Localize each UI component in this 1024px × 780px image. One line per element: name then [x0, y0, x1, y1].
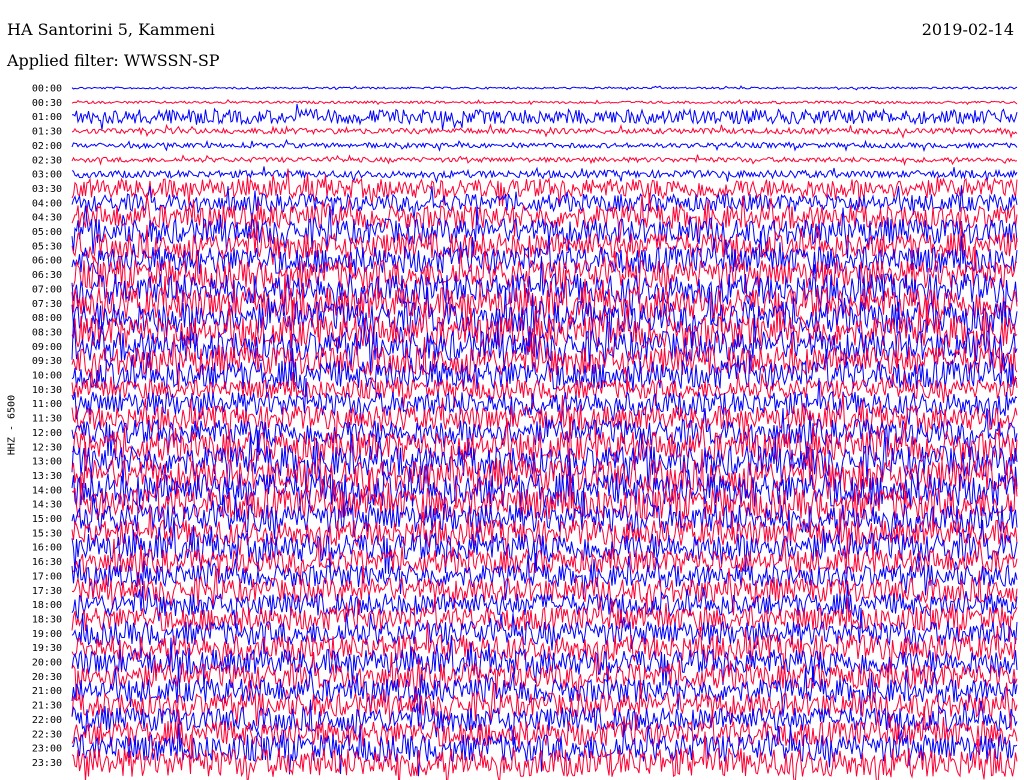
time-label-0330: 03:30 [32, 184, 62, 195]
time-label-0900: 09:00 [32, 342, 62, 353]
time-label-0400: 04:00 [32, 198, 62, 209]
time-label-1900: 19:00 [32, 629, 62, 640]
trace-0230 [71, 154, 1018, 167]
time-label-1400: 14:00 [32, 485, 62, 496]
time-label-0030: 00:30 [32, 98, 62, 109]
time-label-1730: 17:30 [32, 586, 62, 597]
time-label-0230: 02:30 [32, 155, 62, 166]
time-label-1100: 11:00 [32, 399, 62, 410]
time-label-1830: 18:30 [32, 614, 62, 625]
time-label-1230: 12:30 [32, 442, 62, 453]
trace-0200 [71, 138, 1018, 153]
time-label-0630: 06:30 [32, 270, 62, 281]
time-label-1500: 15:00 [32, 514, 62, 525]
time-label-2100: 21:00 [32, 686, 62, 697]
time-label-2300: 23:00 [32, 744, 62, 755]
time-label-1700: 17:00 [32, 571, 62, 582]
time-label-1130: 11:30 [32, 414, 62, 425]
time-label-1330: 13:30 [32, 471, 62, 482]
trace-2100 [71, 666, 1018, 717]
time-label-2230: 22:30 [32, 729, 62, 740]
time-label-0430: 04:30 [32, 213, 62, 224]
seismic-traces [71, 85, 1018, 780]
time-label-0930: 09:30 [32, 356, 62, 367]
time-label-0000: 00:00 [32, 84, 62, 95]
time-label-1530: 15:30 [32, 528, 62, 539]
time-label-0200: 02:00 [32, 141, 62, 152]
time-label-0600: 06:00 [32, 256, 62, 267]
trace-0000 [71, 85, 1018, 91]
time-label-1800: 18:00 [32, 600, 62, 611]
time-label-0130: 01:30 [32, 127, 62, 138]
trace-0130 [71, 123, 1018, 139]
time-labels: 00:00 00:30 01:00 01:30 02:00 02:30 03:00 03:30… [32, 84, 62, 769]
trace-0300 [71, 166, 1018, 184]
trace-0100 [72, 103, 1018, 130]
time-label-0500: 05:00 [32, 227, 62, 238]
time-label-0300: 03:00 [32, 170, 62, 181]
time-label-2000: 20:00 [32, 658, 62, 669]
time-label-1600: 16:00 [32, 543, 62, 554]
time-label-2130: 21:30 [32, 701, 62, 712]
time-label-2200: 22:00 [32, 715, 62, 726]
time-label-0730: 07:30 [32, 299, 62, 310]
time-label-1200: 12:00 [32, 428, 62, 439]
trace-0030 [71, 98, 1018, 106]
time-label-0100: 01:00 [32, 112, 62, 123]
time-label-0530: 05:30 [32, 241, 62, 252]
helicorder-plot: 00:00 00:30 01:00 01:30 02:00 02:30 03:00 03:30… [32, 84, 1018, 780]
time-label-1930: 19:30 [32, 643, 62, 654]
time-label-1000: 10:00 [32, 371, 62, 382]
time-label-0700: 07:00 [32, 284, 62, 295]
time-label-1430: 14:30 [32, 500, 62, 511]
time-label-1630: 16:30 [32, 557, 62, 568]
time-label-1030: 10:30 [32, 385, 62, 396]
time-label-1300: 13:00 [32, 457, 62, 468]
time-label-2030: 20:30 [32, 672, 62, 683]
time-label-0800: 08:00 [32, 313, 62, 324]
time-label-2330: 23:30 [32, 758, 62, 769]
time-label-0830: 08:30 [32, 327, 62, 338]
